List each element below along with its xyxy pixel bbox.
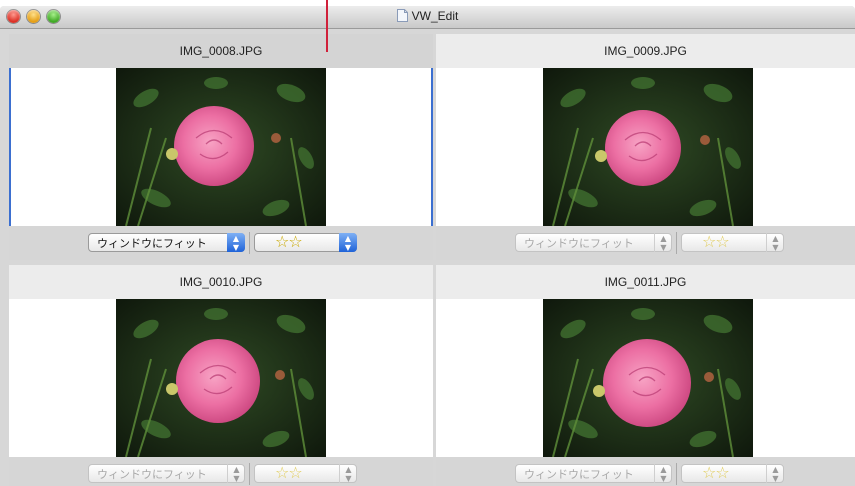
popup-arrows-icon: ▲ ▼ [227, 464, 245, 483]
rating-popup[interactable]: ☆☆ ▲ ▼ [254, 232, 357, 252]
popup-arrows-icon: ▲ ▼ [654, 233, 672, 252]
rating-stars: ☆☆ [275, 463, 303, 482]
zoom-mode-popup[interactable]: ウィンドウにフィット ▲ ▼ [515, 464, 672, 483]
toolbar-divider [249, 232, 250, 254]
window-title: VW_Edit [0, 9, 855, 23]
zoom-mode-popup[interactable]: ウィンドウにフィット ▲ ▼ [88, 233, 245, 252]
zoom-mode-label: ウィンドウにフィット [524, 468, 634, 481]
popup-arrows-icon: ▲ ▼ [339, 464, 357, 483]
annotation-pointer-line [326, 0, 328, 52]
zoom-mode-label: ウィンドウにフィット [97, 468, 207, 481]
popup-arrows-icon: ▲ ▼ [766, 233, 784, 252]
rating-popup[interactable]: ☆☆ ▲ ▼ [254, 463, 357, 483]
rose-photo[interactable] [543, 299, 753, 457]
rose-photo[interactable] [116, 299, 326, 457]
pane-toolbar: ウィンドウにフィット ▲ ▼ ☆☆ ▲ ▼ [436, 457, 855, 486]
image-pane-2[interactable]: IMG_0009.JPG ウィンドウにフィット ▲ ▼ ☆☆ ▲ ▼ [436, 34, 855, 260]
window-title-text: VW_Edit [411, 9, 459, 23]
rating-popup[interactable]: ☆☆ ▲ ▼ [681, 232, 784, 252]
toolbar-divider [249, 463, 250, 485]
zoom-mode-label: ウィンドウにフィット [97, 237, 207, 250]
pane-filename: IMG_0010.JPG [9, 265, 433, 299]
title-bar[interactable]: VW_Edit [0, 6, 855, 29]
popup-arrows-icon: ▲ ▼ [766, 464, 784, 483]
image-pane-1[interactable]: IMG_0008.JPG ウィンドウにフィット ▲ ▼ ☆☆ ▲ ▼ [9, 34, 433, 260]
popup-arrows-icon: ▲ ▼ [339, 233, 357, 252]
image-compare-window: VW_Edit IMG_0008.JPG ウィンドウにフィット ▲ ▼ ☆☆ ▲… [0, 6, 855, 486]
toolbar-divider [676, 232, 677, 254]
zoom-mode-label: ウィンドウにフィット [524, 237, 634, 250]
rating-stars: ☆☆ [275, 232, 303, 251]
rose-photo[interactable] [543, 68, 753, 226]
image-pane-4[interactable]: IMG_0011.JPG ウィンドウにフィット ▲ ▼ ☆☆ ▲ ▼ [436, 265, 855, 486]
image-pane-3[interactable]: IMG_0010.JPG ウィンドウにフィット ▲ ▼ ☆☆ ▲ ▼ [9, 265, 433, 486]
pane-filename: IMG_0011.JPG [436, 265, 855, 299]
rating-stars: ☆☆ [702, 232, 730, 251]
rating-popup[interactable]: ☆☆ ▲ ▼ [681, 463, 784, 483]
rose-photo[interactable] [116, 68, 326, 226]
pane-filename: IMG_0009.JPG [436, 34, 855, 68]
popup-arrows-icon: ▲ ▼ [654, 464, 672, 483]
folder-icon [396, 9, 408, 22]
popup-arrows-icon: ▲ ▼ [227, 233, 245, 252]
pane-filename: IMG_0008.JPG [9, 34, 433, 68]
zoom-mode-popup[interactable]: ウィンドウにフィット ▲ ▼ [88, 464, 245, 483]
pane-toolbar: ウィンドウにフィット ▲ ▼ ☆☆ ▲ ▼ [9, 457, 433, 486]
zoom-mode-popup[interactable]: ウィンドウにフィット ▲ ▼ [515, 233, 672, 252]
toolbar-divider [676, 463, 677, 485]
rating-stars: ☆☆ [702, 463, 730, 482]
pane-toolbar: ウィンドウにフィット ▲ ▼ ☆☆ ▲ ▼ [9, 226, 433, 260]
pane-toolbar: ウィンドウにフィット ▲ ▼ ☆☆ ▲ ▼ [436, 226, 855, 260]
